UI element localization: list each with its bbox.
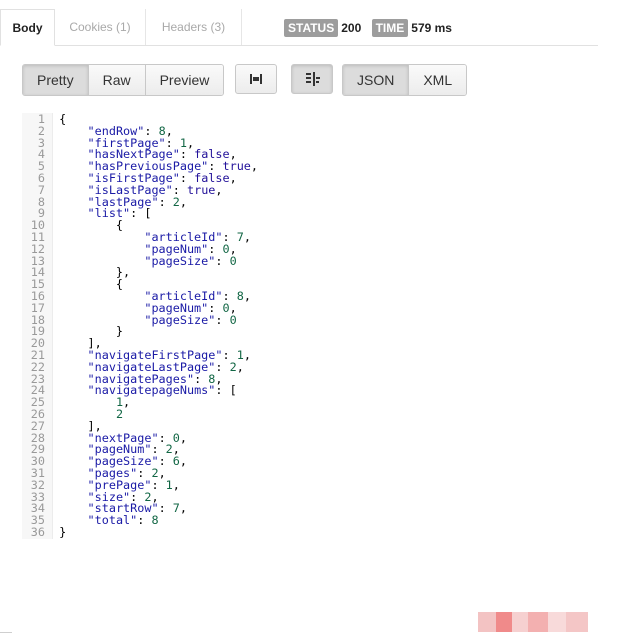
- code-text: }: [59, 524, 67, 539]
- xml-button[interactable]: XML: [409, 65, 467, 95]
- indent-button[interactable]: [291, 64, 333, 94]
- line-number: 6: [37, 170, 45, 185]
- code-line: 26 2: [22, 408, 582, 421]
- line-number: 1: [37, 112, 45, 126]
- line-number: 2: [37, 123, 45, 138]
- response-meta: STATUS 200 TIME 579 ms: [284, 9, 459, 45]
- raw-button[interactable]: Raw: [88, 65, 146, 95]
- line-number: 8: [37, 194, 45, 209]
- line-number: 5: [37, 159, 45, 174]
- tab-headers[interactable]: Headers (3): [146, 9, 242, 45]
- preview-button[interactable]: Preview: [145, 65, 224, 95]
- wrap-lines-icon: [250, 74, 262, 84]
- wrap-lines-button[interactable]: [235, 64, 277, 94]
- response-time-value: 579 ms: [411, 20, 452, 35]
- json-button[interactable]: JSON: [343, 65, 410, 95]
- divider: [0, 632, 12, 633]
- tab-cookies[interactable]: Cookies (1): [55, 9, 146, 45]
- status-label-badge: STATUS: [284, 18, 339, 37]
- json-code-view[interactable]: 1 {2 "endRow": 8, 3 "firstPage": 1, 4 "has…: [22, 112, 582, 539]
- line-number: 4: [37, 147, 45, 162]
- indent-icon: [306, 72, 320, 86]
- code-line: 36 }: [22, 524, 582, 539]
- watermark-image: [478, 612, 588, 632]
- code-line: 19 }: [22, 325, 582, 338]
- line-number: 7: [37, 182, 45, 197]
- time-label-badge: TIME: [371, 18, 409, 37]
- view-mode-group: Pretty Raw Preview: [22, 64, 225, 96]
- line-number: 3: [37, 135, 45, 150]
- language-group: JSON XML: [342, 64, 468, 96]
- line-number: 36: [30, 524, 45, 539]
- response-tab-bar: Body Cookies (1) Headers (3) STATUS 200 T…: [0, 9, 598, 46]
- response-viewer: Body Cookies (1) Headers (3) STATUS 200 T…: [0, 0, 618, 641]
- status-code-value: 200: [341, 20, 362, 35]
- tab-body[interactable]: Body: [0, 9, 55, 46]
- code-line: 35 "total": 8: [22, 513, 582, 528]
- pretty-button[interactable]: Pretty: [23, 65, 89, 95]
- code-text: "total": 8: [87, 513, 159, 528]
